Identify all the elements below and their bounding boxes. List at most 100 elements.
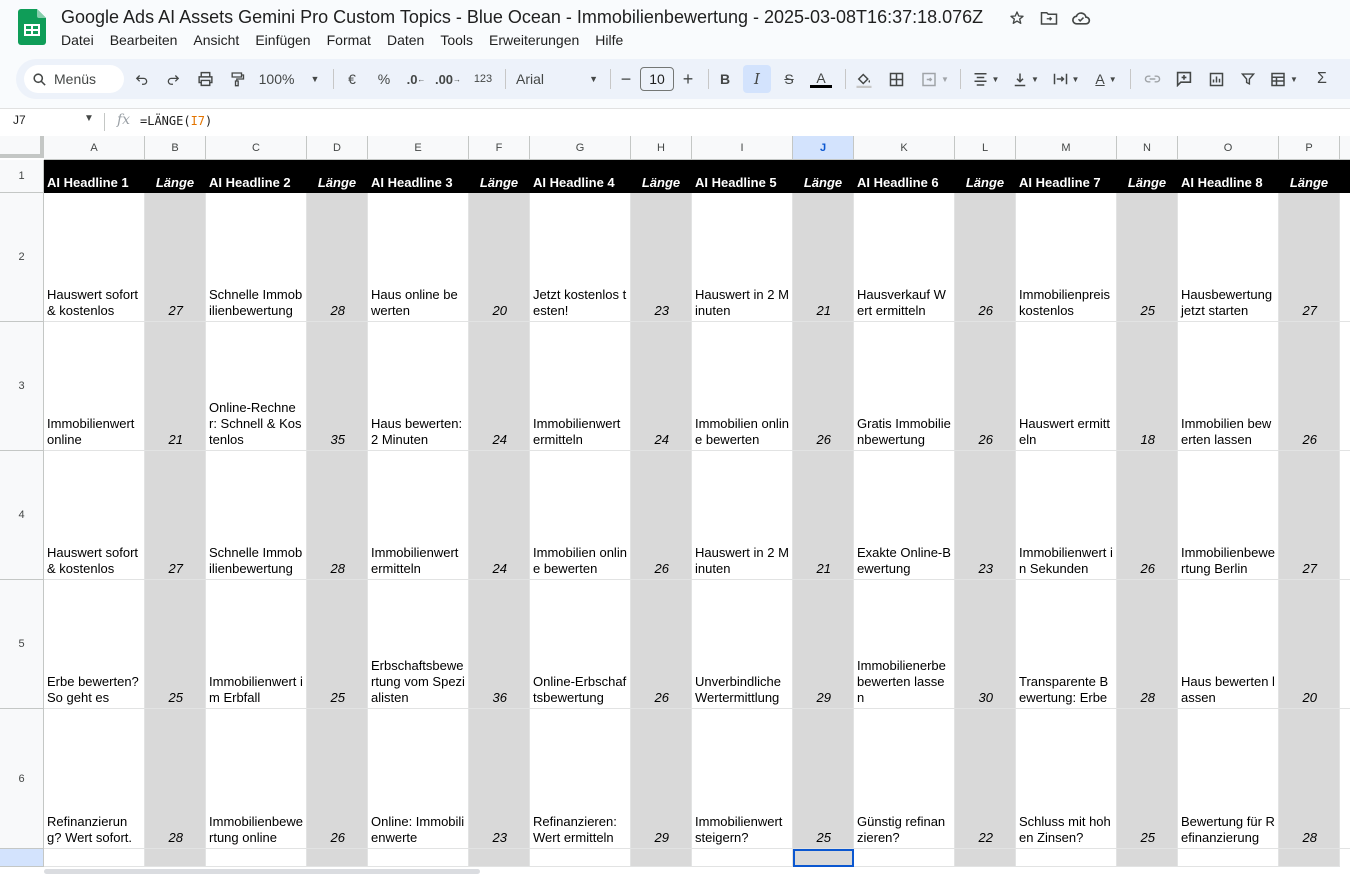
empty-cell[interactable] (1279, 849, 1340, 867)
move-to-folder-icon[interactable] (1038, 7, 1060, 29)
headline-cell[interactable]: Immobilienpreis kostenlos (1016, 193, 1117, 322)
empty-cell[interactable] (206, 849, 307, 867)
headline-cell[interactable]: Hausverkauf Wert ermitteln (854, 193, 955, 322)
headline-cell[interactable]: Refinanzieren: Wert ermitteln (530, 709, 631, 849)
length-cell[interactable]: 28 (1117, 580, 1178, 709)
partial-cell[interactable] (1340, 193, 1350, 322)
headline-cell[interactable]: Hauswert sofort & kostenlos (44, 193, 145, 322)
headline-cell[interactable]: Immobilien online bewerten (530, 451, 631, 580)
headline-cell[interactable]: Refinanzierung? Wert sofort. (44, 709, 145, 849)
vertical-align-button[interactable]: ▼ (1008, 65, 1044, 93)
length-cell[interactable]: 27 (145, 193, 206, 322)
header-headline-cell[interactable]: AI Headline 8 (1178, 160, 1279, 193)
select-all-corner[interactable] (0, 136, 44, 158)
insert-chart-button[interactable] (1202, 65, 1230, 93)
formula-input[interactable]: =LÄNGE(I7) (140, 114, 212, 128)
italic-button[interactable]: I (743, 65, 771, 93)
headline-cell[interactable]: Online-Rechner: Schnell & Kostenlos (206, 322, 307, 451)
column-header-e[interactable]: E (368, 136, 469, 160)
headline-cell[interactable]: Erbschaftsbewertung vom Spezialisten (368, 580, 469, 709)
menu-item-bearbeiten[interactable]: Bearbeiten (102, 31, 186, 49)
percent-format-button[interactable]: % (370, 65, 398, 93)
headline-cell[interactable]: Transparente Bewertung: Erbe (1016, 580, 1117, 709)
column-header-c[interactable]: C (206, 136, 307, 160)
headline-cell[interactable]: Online: Immobilienwerte (368, 709, 469, 849)
headline-cell[interactable]: Immobilienbewertung online (206, 709, 307, 849)
header-headline-cell[interactable]: AI Headline 5 (692, 160, 793, 193)
length-cell[interactable]: 22 (955, 709, 1016, 849)
length-cell[interactable]: 20 (1279, 580, 1340, 709)
empty-cell[interactable] (530, 849, 631, 867)
currency-format-button[interactable]: € (338, 65, 366, 93)
length-cell[interactable]: 29 (793, 580, 854, 709)
headline-cell[interactable]: Erbe bewerten? So geht es (44, 580, 145, 709)
headline-cell[interactable]: Gratis Immobilienbewertung (854, 322, 955, 451)
header-length-cell[interactable]: Länge (955, 160, 1016, 193)
header-length-cell[interactable]: Länge (793, 160, 854, 193)
menu-item-tools[interactable]: Tools (432, 31, 481, 49)
column-header-f[interactable]: F (469, 136, 530, 160)
length-cell[interactable]: 21 (793, 451, 854, 580)
headline-cell[interactable]: Hausbewertung jetzt starten (1178, 193, 1279, 322)
filter-views-button[interactable]: ▼ (1266, 65, 1302, 93)
row-header-3[interactable]: 3 (0, 322, 44, 451)
length-cell[interactable]: 28 (307, 193, 368, 322)
length-cell[interactable]: 26 (631, 580, 692, 709)
row-header-6[interactable]: 6 (0, 709, 44, 849)
length-cell[interactable]: 21 (793, 193, 854, 322)
empty-cell[interactable] (955, 849, 1016, 867)
headline-cell[interactable]: Immobilienwert im Erbfall (206, 580, 307, 709)
text-color-button[interactable]: A (807, 65, 835, 93)
column-header-a[interactable]: A (44, 136, 145, 160)
length-cell[interactable]: 36 (469, 580, 530, 709)
length-cell[interactable]: 25 (793, 709, 854, 849)
header-length-cell[interactable]: Länge (1279, 160, 1340, 193)
length-cell[interactable]: 28 (145, 709, 206, 849)
partial-cell[interactable] (1340, 451, 1350, 580)
length-cell[interactable]: 25 (1117, 193, 1178, 322)
length-cell[interactable]: 26 (955, 322, 1016, 451)
length-cell[interactable]: 27 (145, 451, 206, 580)
column-header-b[interactable]: B (145, 136, 206, 160)
headline-cell[interactable]: Jetzt kostenlos testen! (530, 193, 631, 322)
empty-cell[interactable] (368, 849, 469, 867)
length-cell[interactable]: 25 (307, 580, 368, 709)
column-header-d[interactable]: D (307, 136, 368, 160)
row-header-7[interactable] (0, 849, 44, 867)
header-headline-cell[interactable]: AI Headline 3 (368, 160, 469, 193)
length-cell[interactable]: 27 (1279, 451, 1340, 580)
menu-item-daten[interactable]: Daten (379, 31, 432, 49)
text-wrap-button[interactable]: ▼ (1048, 65, 1084, 93)
empty-cell[interactable] (469, 849, 530, 867)
header-length-cell[interactable]: Länge (145, 160, 206, 193)
length-cell[interactable]: 24 (469, 322, 530, 451)
header-headline-cell[interactable]: AI Headline 7 (1016, 160, 1117, 193)
header-headline-cell[interactable]: AI Headline 2 (206, 160, 307, 193)
row-header-5[interactable]: 5 (0, 580, 44, 709)
font-size-input[interactable]: 10 (640, 67, 674, 91)
menu-item-einfuegen[interactable]: Einfügen (247, 31, 318, 49)
headline-cell[interactable]: Immobilienbewertung Berlin (1178, 451, 1279, 580)
strikethrough-button[interactable]: S (775, 65, 803, 93)
header-headline-cell[interactable]: AI Headline 6 (854, 160, 955, 193)
length-cell[interactable]: 30 (955, 580, 1016, 709)
length-cell[interactable]: 24 (631, 322, 692, 451)
length-cell[interactable]: 25 (1117, 709, 1178, 849)
headline-cell[interactable]: Haus online bewerten (368, 193, 469, 322)
headline-cell[interactable]: Immobilienerbe bewerten lassen (854, 580, 955, 709)
borders-button[interactable] (882, 65, 910, 93)
menu-search-box[interactable]: Menüs (24, 65, 124, 93)
length-cell[interactable]: 18 (1117, 322, 1178, 451)
length-cell[interactable]: 24 (469, 451, 530, 580)
menu-item-erweiterungen[interactable]: Erweiterungen (481, 31, 587, 49)
length-cell[interactable]: 26 (1117, 451, 1178, 580)
filter-button[interactable] (1234, 65, 1262, 93)
headline-cell[interactable]: Schluss mit hohen Zinsen? (1016, 709, 1117, 849)
length-cell[interactable]: 29 (631, 709, 692, 849)
print-button[interactable] (191, 65, 219, 93)
length-cell[interactable]: 26 (793, 322, 854, 451)
column-header-m[interactable]: M (1016, 136, 1117, 160)
cloud-saved-icon[interactable] (1070, 7, 1092, 29)
headline-cell[interactable]: Immobilienwert in Sekunden (1016, 451, 1117, 580)
length-cell[interactable]: 27 (1279, 193, 1340, 322)
